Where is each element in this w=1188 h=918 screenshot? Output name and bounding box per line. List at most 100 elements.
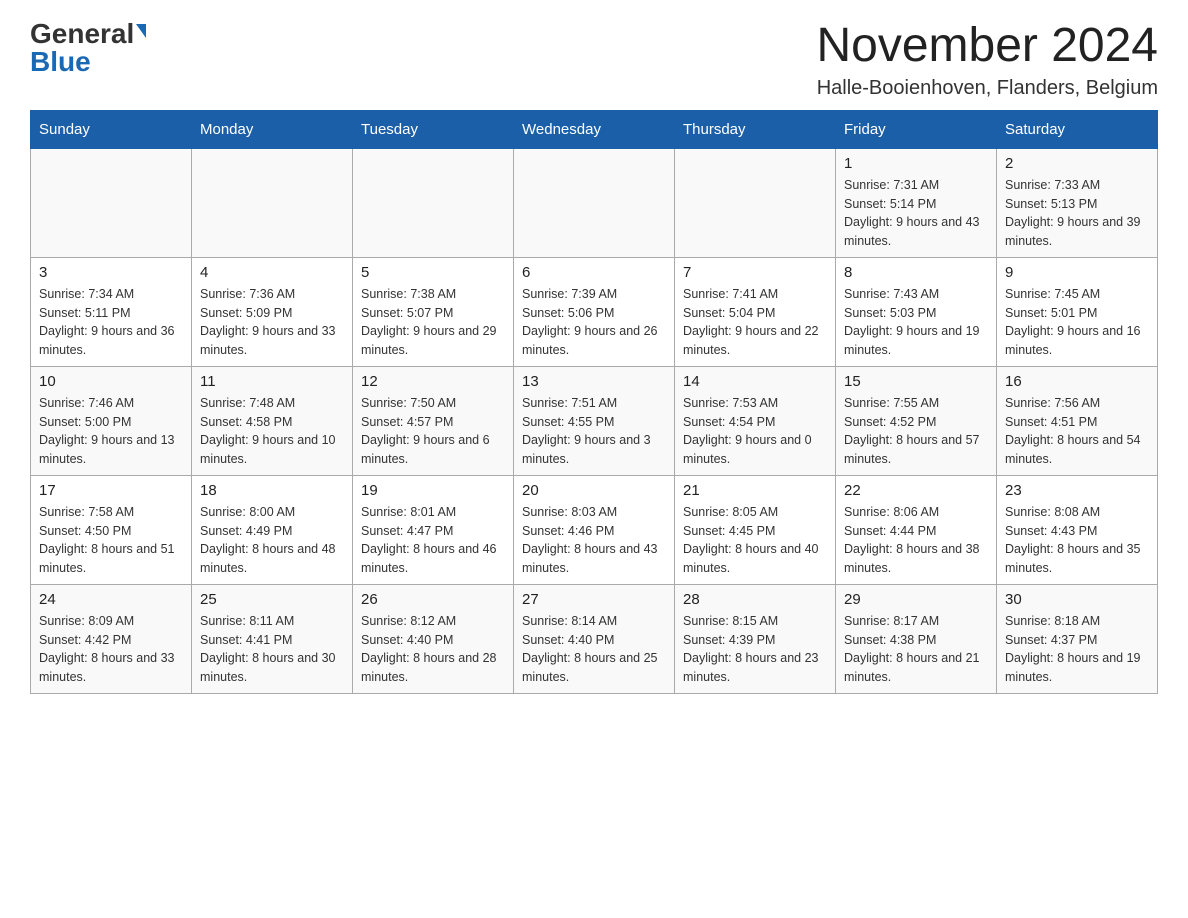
calendar-week-row: 1 Sunrise: 7:31 AM Sunset: 5:14 PM Daylig… [31, 148, 1158, 257]
day-number: 23 [1005, 482, 1149, 499]
calendar-cell: 18Sunrise: 8:00 AM Sunset: 4:49 PM Dayli… [192, 475, 353, 584]
calendar-cell [675, 148, 836, 257]
day-number: 9 [1005, 264, 1149, 281]
day-info: Sunrise: 7:31 AM Sunset: 5:14 PM Dayligh… [844, 176, 988, 251]
day-info: Sunrise: 8:03 AM Sunset: 4:46 PM Dayligh… [522, 503, 666, 578]
calendar-week-row: 17Sunrise: 7:58 AM Sunset: 4:50 PM Dayli… [31, 475, 1158, 584]
calendar-cell: 20Sunrise: 8:03 AM Sunset: 4:46 PM Dayli… [514, 475, 675, 584]
day-number: 16 [1005, 373, 1149, 390]
day-number: 29 [844, 591, 988, 608]
day-info: Sunrise: 8:17 AM Sunset: 4:38 PM Dayligh… [844, 612, 988, 687]
weekday-header-sunday: Sunday [31, 110, 192, 148]
weekday-header-saturday: Saturday [997, 110, 1158, 148]
calendar-cell: 24 Sunrise: 8:09 AM Sunset: 4:42 PM Dayli… [31, 584, 192, 693]
day-info: Sunrise: 8:18 AM Sunset: 4:37 PM Dayligh… [1005, 612, 1149, 687]
calendar-week-row: 10 Sunrise: 7:46 AM Sunset: 5:00 PM Dayli… [31, 366, 1158, 475]
calendar-cell [192, 148, 353, 257]
day-number: 28 [683, 591, 827, 608]
day-number: 19 [361, 482, 505, 499]
calendar-cell: 1 Sunrise: 7:31 AM Sunset: 5:14 PM Daylig… [836, 148, 997, 257]
day-number: 21 [683, 482, 827, 499]
calendar-cell: 2 Sunrise: 7:33 AM Sunset: 5:13 PM Daylig… [997, 148, 1158, 257]
calendar-cell [31, 148, 192, 257]
location-title: Halle-Booienhoven, Flanders, Belgium [816, 77, 1158, 100]
day-info: Sunrise: 8:05 AM Sunset: 4:45 PM Dayligh… [683, 503, 827, 578]
day-number: 2 [1005, 155, 1149, 172]
calendar-cell [514, 148, 675, 257]
day-number: 3 [39, 264, 183, 281]
weekday-header-friday: Friday [836, 110, 997, 148]
month-title: November 2024 [816, 20, 1158, 73]
weekday-header-thursday: Thursday [675, 110, 836, 148]
calendar-cell: 16 Sunrise: 7:56 AM Sunset: 4:51 PM Dayli… [997, 366, 1158, 475]
day-number: 24 [39, 591, 183, 608]
day-info: Sunrise: 8:14 AM Sunset: 4:40 PM Dayligh… [522, 612, 666, 687]
day-info: Sunrise: 7:41 AM Sunset: 5:04 PM Dayligh… [683, 285, 827, 360]
title-section: November 2024 Halle-Booienhoven, Flander… [816, 20, 1158, 100]
calendar-cell: 13 Sunrise: 7:51 AM Sunset: 4:55 PM Dayli… [514, 366, 675, 475]
day-number: 15 [844, 373, 988, 390]
calendar-cell: 9 Sunrise: 7:45 AM Sunset: 5:01 PM Daylig… [997, 257, 1158, 366]
calendar-cell: 17Sunrise: 7:58 AM Sunset: 4:50 PM Dayli… [31, 475, 192, 584]
day-info: Sunrise: 8:00 AM Sunset: 4:49 PM Dayligh… [200, 503, 344, 578]
day-number: 30 [1005, 591, 1149, 608]
day-info: Sunrise: 7:39 AM Sunset: 5:06 PM Dayligh… [522, 285, 666, 360]
day-number: 10 [39, 373, 183, 390]
day-number: 8 [844, 264, 988, 281]
day-info: Sunrise: 7:34 AM Sunset: 5:11 PM Dayligh… [39, 285, 183, 360]
calendar-cell: 21 Sunrise: 8:05 AM Sunset: 4:45 PM Dayli… [675, 475, 836, 584]
logo-blue-text: Blue [30, 48, 91, 76]
day-number: 11 [200, 373, 344, 390]
day-number: 1 [844, 155, 988, 172]
calendar-cell: 30 Sunrise: 8:18 AM Sunset: 4:37 PM Dayli… [997, 584, 1158, 693]
day-info: Sunrise: 8:11 AM Sunset: 4:41 PM Dayligh… [200, 612, 344, 687]
day-info: Sunrise: 8:12 AM Sunset: 4:40 PM Dayligh… [361, 612, 505, 687]
logo-general-text: General [30, 20, 134, 48]
day-number: 17 [39, 482, 183, 499]
day-info: Sunrise: 7:45 AM Sunset: 5:01 PM Dayligh… [1005, 285, 1149, 360]
calendar-cell: 4 Sunrise: 7:36 AM Sunset: 5:09 PM Daylig… [192, 257, 353, 366]
weekday-header-monday: Monday [192, 110, 353, 148]
day-number: 13 [522, 373, 666, 390]
calendar-cell: 28 Sunrise: 8:15 AM Sunset: 4:39 PM Dayli… [675, 584, 836, 693]
calendar-cell [353, 148, 514, 257]
day-info: Sunrise: 7:46 AM Sunset: 5:00 PM Dayligh… [39, 394, 183, 469]
calendar-week-row: 24 Sunrise: 8:09 AM Sunset: 4:42 PM Dayli… [31, 584, 1158, 693]
calendar-cell: 15 Sunrise: 7:55 AM Sunset: 4:52 PM Dayli… [836, 366, 997, 475]
day-number: 25 [200, 591, 344, 608]
page-header: General Blue November 2024 Halle-Booienh… [30, 20, 1158, 100]
day-number: 7 [683, 264, 827, 281]
day-info: Sunrise: 7:56 AM Sunset: 4:51 PM Dayligh… [1005, 394, 1149, 469]
calendar-cell: 7 Sunrise: 7:41 AM Sunset: 5:04 PM Daylig… [675, 257, 836, 366]
calendar-cell: 3 Sunrise: 7:34 AM Sunset: 5:11 PM Daylig… [31, 257, 192, 366]
day-number: 26 [361, 591, 505, 608]
calendar-cell: 27 Sunrise: 8:14 AM Sunset: 4:40 PM Dayli… [514, 584, 675, 693]
day-info: Sunrise: 7:33 AM Sunset: 5:13 PM Dayligh… [1005, 176, 1149, 251]
calendar-cell: 8Sunrise: 7:43 AM Sunset: 5:03 PM Daylig… [836, 257, 997, 366]
day-number: 4 [200, 264, 344, 281]
calendar-cell: 14 Sunrise: 7:53 AM Sunset: 4:54 PM Dayli… [675, 366, 836, 475]
weekday-header-tuesday: Tuesday [353, 110, 514, 148]
weekday-header-row: SundayMondayTuesdayWednesdayThursdayFrid… [31, 110, 1158, 148]
day-info: Sunrise: 7:53 AM Sunset: 4:54 PM Dayligh… [683, 394, 827, 469]
calendar-cell: 19Sunrise: 8:01 AM Sunset: 4:47 PM Dayli… [353, 475, 514, 584]
weekday-header-wednesday: Wednesday [514, 110, 675, 148]
day-number: 22 [844, 482, 988, 499]
logo-triangle-icon [136, 24, 146, 38]
calendar-cell: 29 Sunrise: 8:17 AM Sunset: 4:38 PM Dayli… [836, 584, 997, 693]
day-number: 5 [361, 264, 505, 281]
day-info: Sunrise: 7:55 AM Sunset: 4:52 PM Dayligh… [844, 394, 988, 469]
day-info: Sunrise: 7:51 AM Sunset: 4:55 PM Dayligh… [522, 394, 666, 469]
calendar-cell: 25 Sunrise: 8:11 AM Sunset: 4:41 PM Dayli… [192, 584, 353, 693]
day-info: Sunrise: 7:48 AM Sunset: 4:58 PM Dayligh… [200, 394, 344, 469]
day-number: 14 [683, 373, 827, 390]
day-number: 12 [361, 373, 505, 390]
day-info: Sunrise: 7:36 AM Sunset: 5:09 PM Dayligh… [200, 285, 344, 360]
calendar-cell: 26 Sunrise: 8:12 AM Sunset: 4:40 PM Dayli… [353, 584, 514, 693]
logo: General Blue [30, 20, 146, 76]
day-info: Sunrise: 8:15 AM Sunset: 4:39 PM Dayligh… [683, 612, 827, 687]
calendar-cell: 12Sunrise: 7:50 AM Sunset: 4:57 PM Dayli… [353, 366, 514, 475]
day-info: Sunrise: 8:09 AM Sunset: 4:42 PM Dayligh… [39, 612, 183, 687]
day-number: 27 [522, 591, 666, 608]
calendar-cell: 6Sunrise: 7:39 AM Sunset: 5:06 PM Daylig… [514, 257, 675, 366]
